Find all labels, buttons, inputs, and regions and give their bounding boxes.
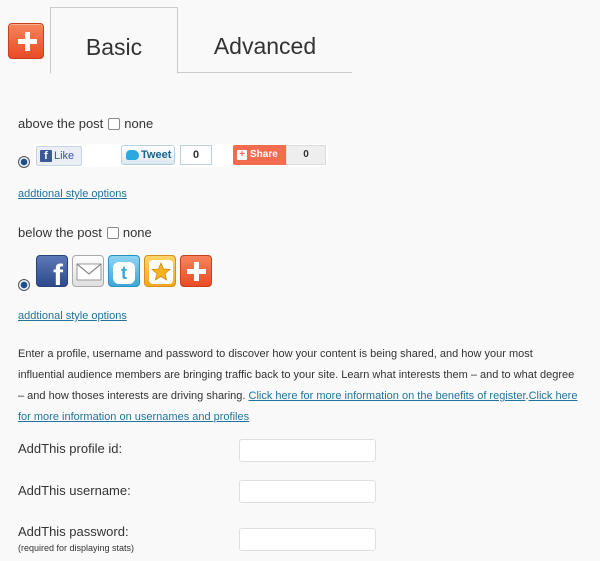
register-info-link[interactable]: Click here for more information on the b… <box>249 390 526 402</box>
above-post-row: above the post none <box>18 116 153 131</box>
tab-advanced[interactable]: Advanced <box>178 7 352 73</box>
below-post-label: below the post <box>18 225 102 240</box>
below-post-row: below the post none <box>18 225 152 240</box>
twitter-icon[interactable]: t <box>108 255 140 287</box>
username-label: AddThis username: <box>18 483 131 498</box>
password-note: (required for displaying stats) <box>18 543 135 553</box>
below-post-style-options-link[interactable]: addtional style options <box>18 310 127 322</box>
above-post-style-options-link[interactable]: addtional style options <box>18 188 127 200</box>
plus-icon: + <box>237 150 247 160</box>
password-input[interactable] <box>239 528 376 551</box>
email-icon[interactable] <box>72 255 104 287</box>
below-post-none-checkbox[interactable] <box>106 227 119 239</box>
counter-button-preview[interactable]: f Like Tweet 0 + Share 0 <box>34 144 328 167</box>
facebook-icon[interactable]: f <box>36 255 68 287</box>
above-post-style-radio[interactable] <box>18 156 30 168</box>
profile-id-input[interactable] <box>239 439 376 462</box>
facebook-icon: f <box>40 150 52 162</box>
settings-tabs: Basic Advanced <box>50 7 352 74</box>
profile-description: Enter a profile, username and password t… <box>18 348 578 423</box>
above-post-label: above the post <box>18 116 104 131</box>
addthis-logo-icon <box>8 23 44 59</box>
favorites-star-icon[interactable] <box>144 255 176 287</box>
below-post-style-radio[interactable] <box>18 279 30 291</box>
share-button[interactable]: + Share <box>233 145 286 165</box>
twitter-bird-icon <box>126 150 139 160</box>
addthis-icon[interactable] <box>180 255 212 287</box>
tweet-count: 0 <box>180 145 212 165</box>
username-input[interactable] <box>239 480 376 503</box>
above-post-none-label: none <box>124 116 154 131</box>
tab-basic[interactable]: Basic <box>50 7 178 74</box>
tweet-button[interactable]: Tweet <box>121 145 175 165</box>
below-post-none-label: none <box>122 225 152 240</box>
profile-id-label: AddThis profile id: <box>18 441 123 456</box>
facebook-like-button[interactable]: f Like <box>36 146 82 166</box>
password-label: AddThis password: <box>18 524 129 539</box>
share-count: 0 <box>286 145 326 165</box>
above-post-none-checkbox[interactable] <box>108 118 121 130</box>
